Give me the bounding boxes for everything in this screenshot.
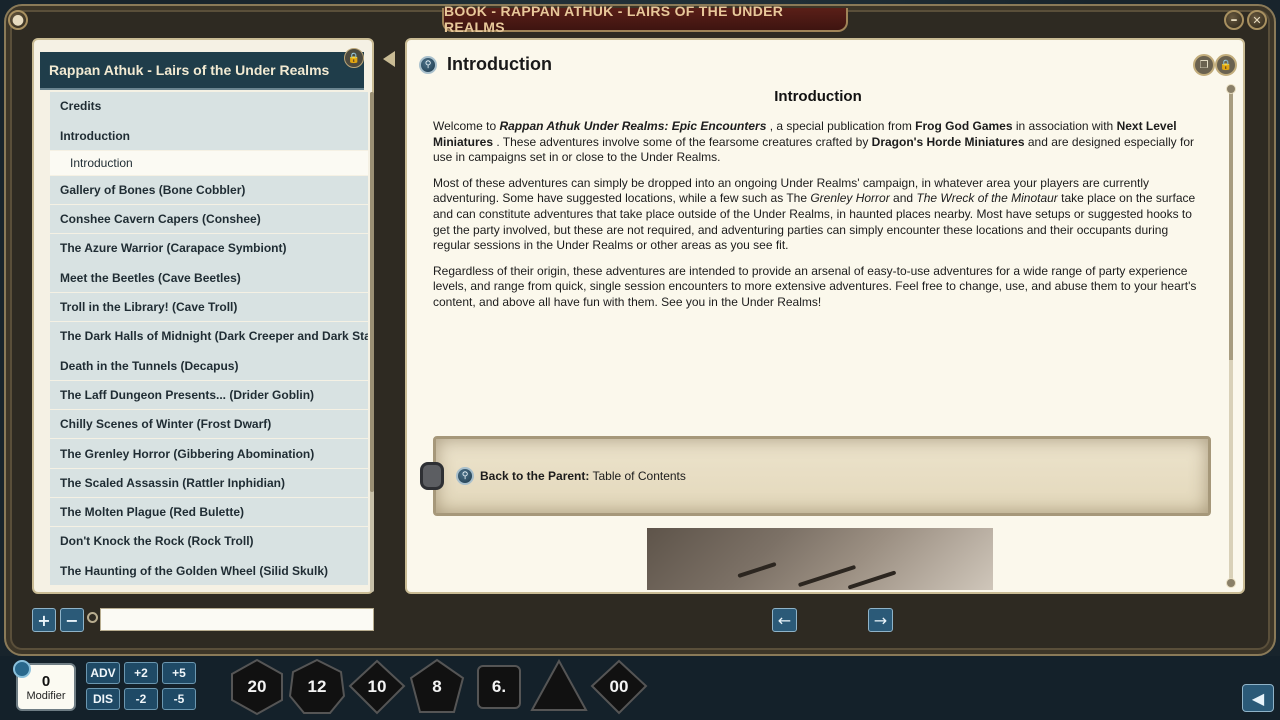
remove-button[interactable]: − xyxy=(60,608,84,632)
toc-item[interactable]: Don't Knock the Rock (Rock Troll) xyxy=(50,527,368,556)
paragraph: Regardless of their origin, these advent… xyxy=(433,263,1197,309)
plus-five-button[interactable]: +5 xyxy=(162,662,196,684)
window-title: BOOK - RAPPAN ATHUK - LAIRS OF THE UNDER… xyxy=(442,3,848,35)
d6-die[interactable]: 6. xyxy=(470,658,528,716)
content-heading: Introduction xyxy=(774,88,862,105)
d100-die[interactable]: 00 xyxy=(590,658,648,716)
lock-icon[interactable]: 🔒 xyxy=(1215,54,1237,76)
toc-item[interactable]: Gallery of Bones (Bone Cobbler) xyxy=(50,175,368,205)
toc-scroll-thumb[interactable] xyxy=(370,92,374,492)
adv-button[interactable]: ADV xyxy=(86,662,120,684)
d12-die[interactable]: 12 xyxy=(288,658,346,716)
toc-item[interactable]: The Dark Halls of Midnight (Dark Creeper… xyxy=(50,322,368,351)
link-icon[interactable]: ⚲ xyxy=(419,55,437,74)
link-icon: ⚲ xyxy=(456,467,474,485)
toc-item[interactable]: Troll in the Library! (Cave Troll) xyxy=(50,292,368,322)
close-button[interactable]: ✕ xyxy=(1247,10,1267,30)
toc-item[interactable]: Introduction xyxy=(50,121,368,150)
chain-link-icon[interactable] xyxy=(420,462,444,490)
dis-button[interactable]: DIS xyxy=(86,688,120,710)
minus-two-button[interactable]: -2 xyxy=(124,688,158,710)
toc-item[interactable]: Chilly Scenes of Winter (Frost Dwarf) xyxy=(50,409,368,439)
search-input[interactable] xyxy=(100,608,374,631)
d4-die[interactable] xyxy=(530,658,588,716)
modifier-label: Modifier xyxy=(26,689,66,702)
scroll-up-knob[interactable] xyxy=(1226,84,1236,94)
illustration-image xyxy=(647,528,993,590)
previous-page-button[interactable]: ← xyxy=(772,608,797,632)
content-scrollbar[interactable] xyxy=(1226,84,1236,588)
add-button[interactable]: + xyxy=(32,608,56,632)
toc-panel: Rappan Athuk - Lairs of the Under Realms… xyxy=(32,38,374,594)
content-panel: ⚲ Introduction ❐ 🔒 Introduction Welcome … xyxy=(405,38,1245,594)
plus-two-button[interactable]: +2 xyxy=(124,662,158,684)
lock-icon[interactable]: 🔒 xyxy=(344,48,364,68)
toc-item[interactable]: Death in the Tunnels (Decapus) xyxy=(50,351,368,380)
d20-die[interactable]: 20 xyxy=(228,658,286,716)
page-content: Introduction Welcome to Rappan Athuk Und… xyxy=(433,88,1203,321)
paragraph: Most of these adventures can simply be d… xyxy=(433,175,1196,253)
content-scroll-thumb[interactable] xyxy=(1229,88,1233,360)
toc-item[interactable]: The Haunting of the Golden Wheel (Silid … xyxy=(50,556,368,585)
toc-item[interactable]: The Laff Dungeon Presents... (Drider Gob… xyxy=(50,380,368,410)
window-menu-icon[interactable]: ● xyxy=(8,10,28,30)
toc-scrollbar[interactable] xyxy=(370,92,374,592)
paragraph: Welcome to Rappan Athuk Under Realms: Ep… xyxy=(433,119,1194,165)
toc-item[interactable]: The Scaled Assassin (Rattler Inphidian) xyxy=(50,468,368,498)
back-to-parent-link[interactable]: ⚲ Back to the Parent: Table of Contents xyxy=(433,436,1211,516)
toc-list: Credits Introduction Introduction Galler… xyxy=(50,92,368,586)
toc-item[interactable]: Credits xyxy=(50,92,368,121)
search-icon xyxy=(87,612,98,623)
d8-die[interactable]: 8 xyxy=(408,658,466,716)
d10-die[interactable]: 10 xyxy=(348,658,406,716)
copy-icon[interactable]: ❐ xyxy=(1193,54,1215,76)
parent-link-text: Back to the Parent: Table of Contents xyxy=(480,469,686,483)
modifier-badge-icon xyxy=(13,660,31,678)
page-title: Introduction xyxy=(447,54,552,74)
toc-item[interactable]: Conshee Cavern Capers (Conshee) xyxy=(50,204,368,234)
toc-item[interactable]: The Grenley Horror (Gibbering Abominatio… xyxy=(50,439,368,468)
toc-header: Rappan Athuk - Lairs of the Under Realms xyxy=(40,52,364,90)
next-page-button[interactable]: → xyxy=(868,608,893,632)
toc-item[interactable]: The Azure Warrior (Carapace Symbiont) xyxy=(50,234,368,263)
collapse-sidebar-icon[interactable] xyxy=(383,51,395,67)
modifier-value: 0 xyxy=(41,672,51,690)
toc-item[interactable]: Meet the Beetles (Cave Beetles) xyxy=(50,263,368,292)
scroll-down-knob[interactable] xyxy=(1226,578,1236,588)
minus-five-button[interactable]: -5 xyxy=(162,688,196,710)
back-arrow-button[interactable]: ◀ xyxy=(1242,684,1274,712)
minimize-button[interactable]: – xyxy=(1224,10,1244,30)
toc-subitem[interactable]: Introduction xyxy=(50,150,368,175)
toc-item[interactable]: The Molten Plague (Red Bulette) xyxy=(50,497,368,527)
